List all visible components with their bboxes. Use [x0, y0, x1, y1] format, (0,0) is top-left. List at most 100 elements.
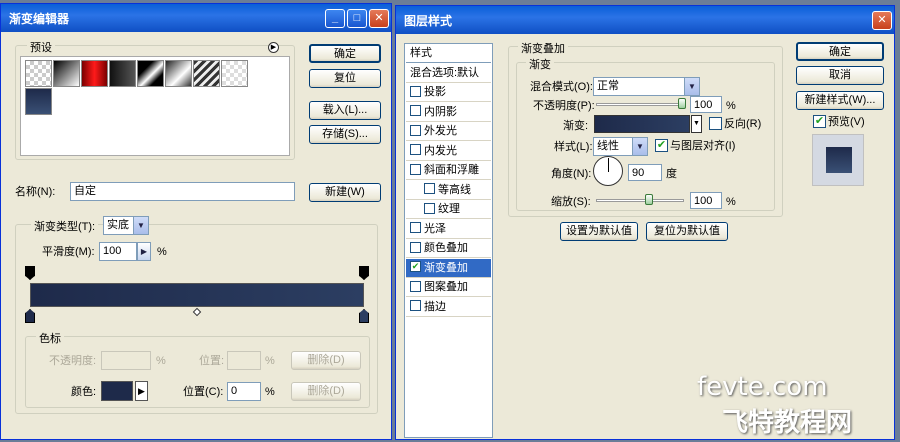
preset-swatch-dark[interactable]: [109, 60, 136, 87]
layer-style-cancel-button[interactable]: 取消: [796, 66, 884, 85]
smoothness-arrow-icon[interactable]: ▶: [137, 242, 151, 261]
style-select[interactable]: 线性 ▼: [593, 137, 648, 156]
opacity-input[interactable]: 100: [690, 96, 722, 113]
gradient-overlay-title: 渐变叠加: [518, 40, 568, 56]
reset-default-button[interactable]: 复位为默认值: [646, 222, 728, 241]
style-list-checkbox[interactable]: [410, 241, 421, 253]
style-list-checkbox[interactable]: [424, 202, 435, 214]
style-list-checkbox[interactable]: [410, 124, 421, 136]
preset-swatch-red[interactable]: [81, 60, 108, 87]
blend-mode-select[interactable]: 正常 ▼: [593, 77, 700, 96]
preset-swatch-chrome-1[interactable]: [137, 60, 164, 87]
close-icon[interactable]: ✕: [369, 9, 389, 28]
preview-checkbox[interactable]: ✔: [813, 115, 826, 128]
gradient-type-label: 渐变类型(T):: [31, 218, 99, 234]
style-list-checkbox[interactable]: [410, 163, 421, 175]
scale-label: 缩放(S):: [551, 196, 591, 208]
style-list-item[interactable]: 混合选项:默认: [406, 63, 491, 83]
gradient-editor-title: 渐变编辑器: [9, 11, 70, 26]
make-default-button[interactable]: 设置为默认值: [560, 222, 638, 241]
chevron-down-icon: ▼: [133, 217, 148, 234]
style-list-checkbox[interactable]: [410, 85, 421, 97]
style-list-item[interactable]: 投影: [406, 83, 491, 102]
stop-location-percent: %: [265, 386, 275, 398]
layer-style-ok-button[interactable]: 确定: [796, 42, 884, 61]
gradient-preview[interactable]: [594, 115, 690, 133]
stop-opacity-percent: %: [156, 355, 166, 367]
angle-input[interactable]: 90: [628, 164, 662, 181]
style-list-checkbox[interactable]: [410, 222, 421, 234]
style-label: 样式(L):: [554, 141, 593, 153]
stop-opacity-input[interactable]: [101, 351, 151, 370]
style-list-item[interactable]: 图案叠加: [406, 278, 491, 297]
reverse-checkbox[interactable]: [709, 117, 722, 130]
style-list-checkbox[interactable]: [410, 144, 421, 156]
style-list-checkbox[interactable]: [410, 280, 421, 292]
scale-input[interactable]: 100: [690, 192, 722, 209]
stop-color-swatch[interactable]: [101, 381, 133, 401]
align-with-layer-checkbox[interactable]: ✔: [655, 139, 668, 152]
angle-degree-label: 度: [666, 168, 677, 180]
name-input[interactable]: 自定: [70, 182, 295, 201]
style-list-item[interactable]: 描边: [406, 297, 491, 317]
style-list-item[interactable]: 内发光: [406, 141, 491, 161]
style-list-item[interactable]: 内阴影: [406, 102, 491, 122]
style-list-item[interactable]: 外发光: [406, 122, 491, 141]
style-list-checkbox[interactable]: [410, 300, 421, 312]
align-with-layer-label: 与图层对齐(I): [670, 140, 736, 152]
preset-swatch-chrome-2[interactable]: [165, 60, 192, 87]
style-list-checkbox[interactable]: [410, 105, 421, 117]
style-list-item[interactable]: ✔ 渐变叠加: [406, 258, 491, 278]
scale-slider-thumb[interactable]: [644, 194, 653, 205]
layer-style-titlebar[interactable]: 图层样式 ✕: [396, 6, 894, 34]
style-list-checkbox[interactable]: ✔: [410, 261, 421, 273]
blend-mode-label: 混合模式(O):: [530, 81, 593, 93]
preset-swatch-stripes[interactable]: [193, 60, 220, 87]
stop-location-input-disabled[interactable]: [227, 351, 261, 370]
gradient-dropdown-icon[interactable]: ▼: [691, 115, 702, 133]
style-list-item[interactable]: 斜面和浮雕: [406, 161, 491, 180]
maximize-icon[interactable]: □: [347, 9, 367, 28]
preset-swatch-black-white[interactable]: [53, 60, 80, 87]
style-list-item[interactable]: 等高线: [406, 180, 491, 200]
watermark-domain: fevte.com: [697, 372, 828, 402]
delete-opacity-stop-button[interactable]: 删除(D): [291, 351, 361, 370]
style-list-item[interactable]: 样式: [406, 44, 491, 63]
minimize-icon[interactable]: _: [325, 9, 345, 28]
gradient-editor-titlebar[interactable]: 渐变编辑器 _ □ ✕: [1, 4, 391, 32]
smoothness-input[interactable]: 100: [99, 242, 137, 261]
stop-location-percent-disabled: %: [265, 355, 275, 367]
opacity-slider[interactable]: [596, 103, 684, 106]
gradient-load-button[interactable]: 载入(L)...: [309, 101, 381, 120]
gradient-save-button[interactable]: 存储(S)...: [309, 125, 381, 144]
style-list-item[interactable]: 颜色叠加: [406, 239, 491, 258]
style-list-label: 纹理: [438, 203, 460, 215]
layer-style-title: 图层样式: [404, 13, 453, 28]
preset-swatch-transparent-stripes[interactable]: [221, 60, 248, 87]
opacity-slider-thumb[interactable]: [678, 98, 686, 109]
gradient-type-select[interactable]: 实底 ▼: [103, 216, 149, 235]
delete-color-stop-button[interactable]: 删除(D): [291, 382, 361, 401]
style-list-item[interactable]: 光泽: [406, 219, 491, 239]
gradient-bar[interactable]: [30, 283, 364, 307]
close-icon[interactable]: ✕: [872, 11, 892, 30]
smoothness-percent: %: [157, 246, 167, 258]
angle-dial-icon[interactable]: [593, 156, 623, 186]
style-list-label: 外发光: [424, 125, 457, 137]
gradient-new-button[interactable]: 新建(W): [309, 183, 381, 202]
stop-location-input[interactable]: 0: [227, 382, 261, 401]
new-style-button[interactable]: 新建样式(W)...: [796, 91, 884, 110]
stops-legend: 色标: [36, 330, 64, 346]
preview-swatch: [826, 147, 852, 173]
preset-swatch-custom[interactable]: [25, 88, 52, 115]
style-list-item[interactable]: 纹理: [406, 200, 491, 219]
gradient-ok-button[interactable]: 确定: [309, 44, 381, 63]
gradient-reset-button[interactable]: 复位: [309, 69, 381, 88]
chevron-down-icon: ▼: [632, 138, 647, 155]
stop-color-arrow-icon[interactable]: ▶: [135, 381, 148, 401]
style-list-label: 投影: [424, 86, 446, 98]
scale-slider[interactable]: [596, 199, 684, 202]
style-list-checkbox[interactable]: [424, 183, 435, 195]
preset-swatch-transparent[interactable]: [25, 60, 52, 87]
presets-menu-icon[interactable]: ▶: [268, 42, 279, 53]
